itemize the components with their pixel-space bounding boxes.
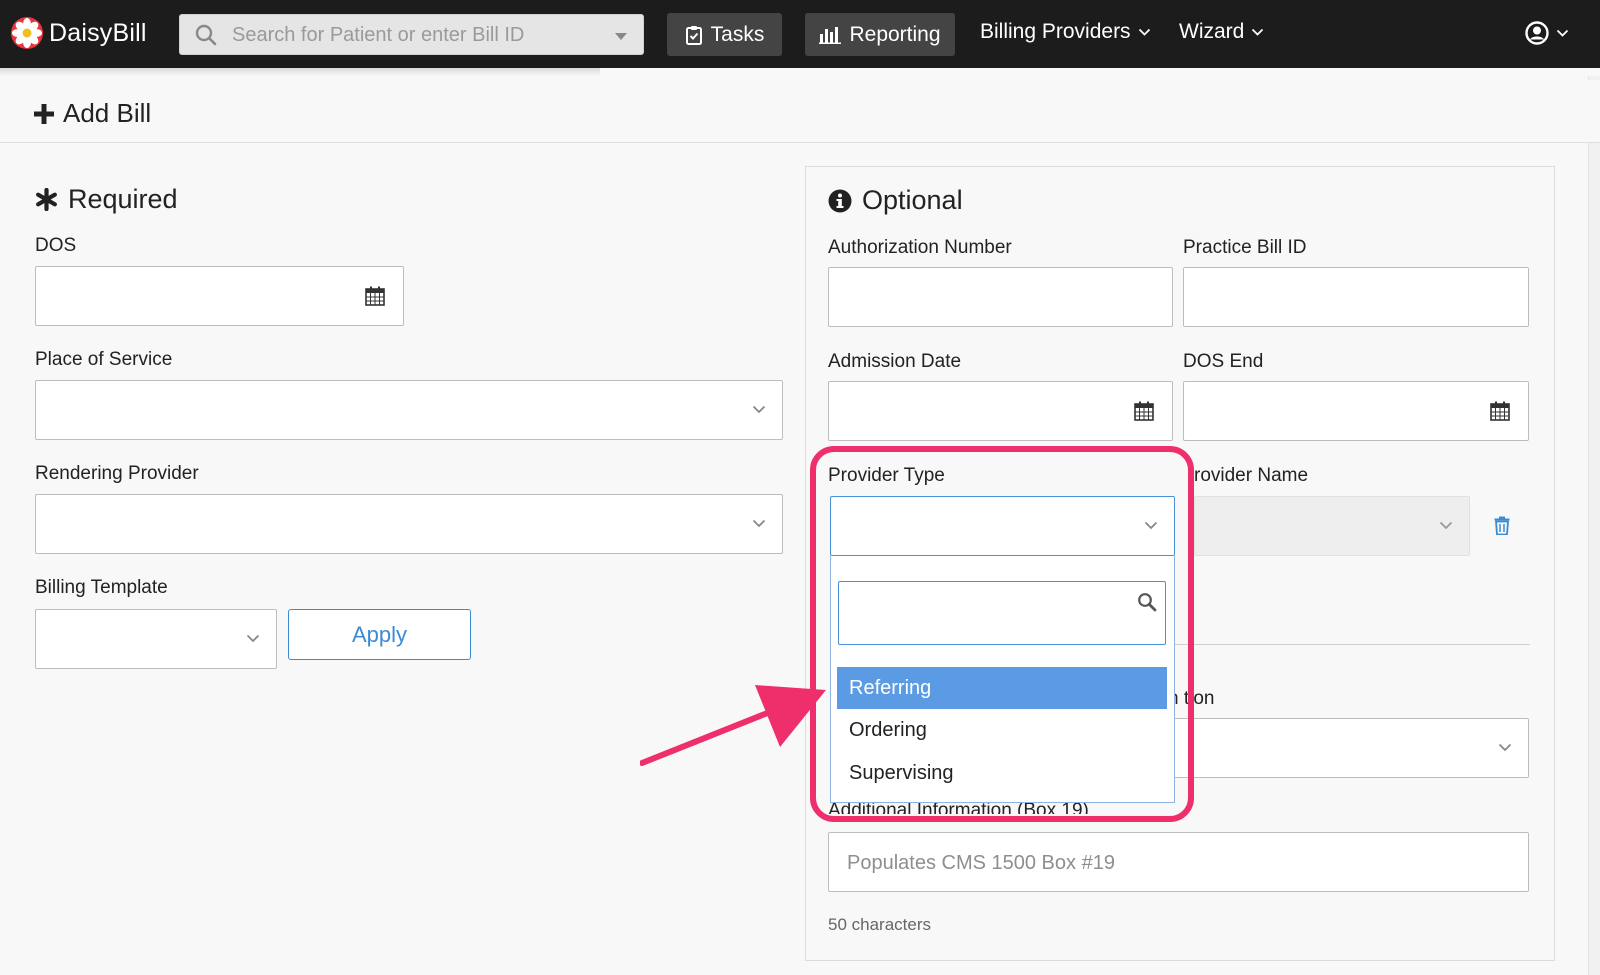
section-divider: [1170, 644, 1530, 645]
place-of-service-select[interactable]: [35, 380, 783, 440]
provider-name-select: [1194, 496, 1470, 556]
billing-template-select[interactable]: [35, 609, 277, 669]
user-circle-icon: [1525, 21, 1549, 45]
chevron-down-icon: [1498, 743, 1512, 752]
admission-date-input[interactable]: [828, 381, 1173, 441]
trash-icon[interactable]: [1494, 516, 1510, 535]
authorization-number-input[interactable]: [828, 267, 1173, 327]
partially-hidden-select[interactable]: [1170, 718, 1529, 778]
optional-title-text: Optional: [862, 185, 963, 215]
chevron-down-icon: [1138, 28, 1150, 36]
dos-input[interactable]: [35, 266, 404, 326]
annotation-arrow-icon: [640, 685, 826, 766]
top-navbar: DaisyBill Search for Patient or enter Bi…: [0, 0, 1600, 68]
billing-template-label: Billing Template: [35, 577, 168, 598]
required-title-text: Required: [68, 184, 178, 214]
plus-icon: [34, 103, 54, 124]
annotation-highlight-box: [810, 446, 1194, 822]
page-title: Add Bill: [34, 98, 151, 129]
optional-section-title: Optional: [828, 185, 963, 216]
reporting-label: Reporting: [849, 22, 941, 46]
practice-bill-id-label: Practice Bill ID: [1183, 237, 1307, 258]
chevron-down-icon: [1252, 28, 1264, 36]
chevron-down-icon: [1439, 521, 1453, 530]
required-section-title: Required: [35, 184, 178, 215]
billing-providers-label: Billing Providers: [980, 20, 1131, 43]
page-title-text: Add Bill: [63, 98, 152, 128]
patient-search-input[interactable]: Search for Patient or enter Bill ID: [179, 14, 644, 55]
dos-end-input[interactable]: [1183, 381, 1529, 441]
navbar-shadow: [0, 68, 600, 76]
tasks-button[interactable]: Tasks: [667, 13, 782, 56]
brand[interactable]: DaisyBill: [10, 16, 147, 50]
admission-date-label: Admission Date: [828, 351, 962, 372]
rendering-provider-label: Rendering Provider: [35, 463, 199, 484]
search-placeholder: Search for Patient or enter Bill ID: [232, 24, 525, 46]
chevron-down-icon: [752, 405, 766, 414]
rendering-provider-select[interactable]: [35, 494, 783, 554]
additional-info-placeholder: Populates CMS 1500 Box #19: [847, 852, 1115, 874]
chevron-down-icon: [752, 519, 766, 528]
user-account-menu[interactable]: [1525, 21, 1569, 45]
calendar-icon: [1490, 401, 1510, 421]
provider-name-label: rovider Name: [1194, 465, 1309, 486]
clipboard-check-icon: [685, 25, 702, 45]
place-of-service-label: Place of Service: [35, 349, 173, 370]
page-header: Add Bill: [0, 80, 1600, 143]
apply-template-button[interactable]: Apply: [288, 609, 471, 660]
info-circle-icon: [828, 189, 852, 212]
wizard-label: Wizard: [1179, 20, 1245, 43]
page-scrollbar[interactable]: [1588, 76, 1600, 975]
billing-providers-menu[interactable]: Billing Providers: [980, 20, 1151, 44]
dos-label: DOS: [35, 235, 77, 256]
chevron-down-icon: [1556, 29, 1569, 37]
caret-down-icon: [615, 33, 627, 40]
chevron-down-icon: [246, 634, 260, 643]
tasks-label: Tasks: [710, 22, 765, 46]
character-counter: 50 characters: [828, 915, 931, 934]
bar-chart-icon: [819, 26, 842, 44]
wizard-menu[interactable]: Wizard: [1179, 20, 1264, 44]
additional-info-input[interactable]: Populates CMS 1500 Box #19: [828, 832, 1529, 892]
dos-end-label: DOS End: [1183, 351, 1264, 372]
reporting-button[interactable]: Reporting: [805, 13, 955, 56]
daisy-logo-icon: [11, 17, 43, 49]
calendar-icon: [1134, 401, 1154, 421]
brand-name: DaisyBill: [49, 18, 147, 47]
authorization-number-label: Authorization Number: [828, 237, 1012, 258]
calendar-icon: [365, 286, 385, 306]
practice-bill-id-input[interactable]: [1183, 267, 1529, 327]
asterisk-icon: [36, 188, 57, 211]
search-icon: [195, 24, 217, 46]
